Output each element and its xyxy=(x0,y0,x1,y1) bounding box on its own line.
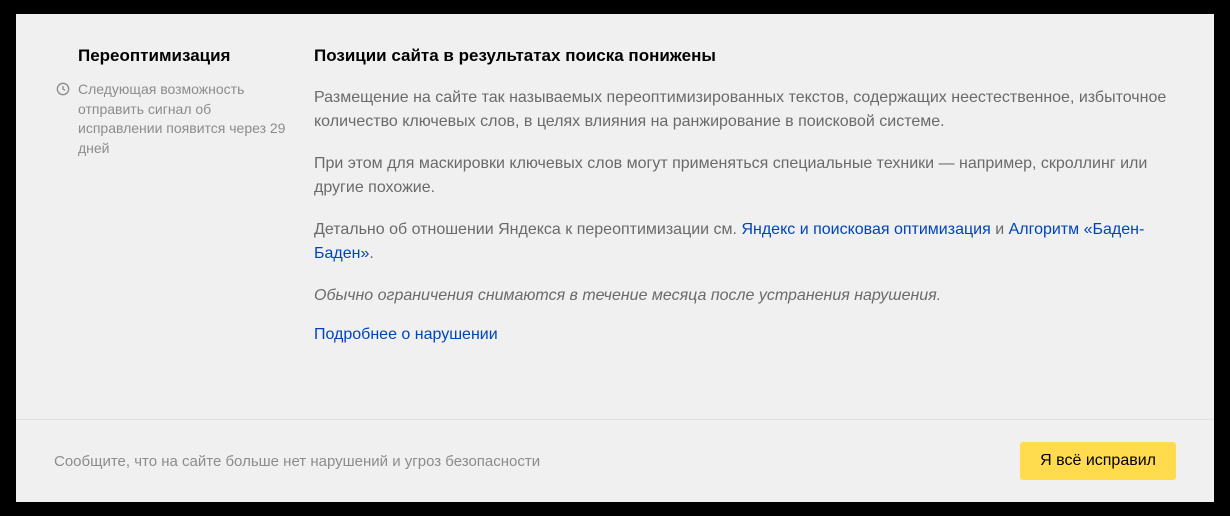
i-fixed-it-button[interactable]: Я всё исправил xyxy=(1020,442,1176,480)
paragraph-3-after: . xyxy=(369,245,373,262)
violation-card: Переоптимизация Следующая возможность от… xyxy=(16,14,1214,502)
sidebar-note-text: Следующая возможность отправить сигнал о… xyxy=(78,80,294,158)
sidebar: Переоптимизация Следующая возможность от… xyxy=(56,46,294,399)
link-yandex-seo[interactable]: Яндекс и поисковая оптимизация xyxy=(741,221,990,238)
paragraph-4: Обычно ограничения снимаются в течение м… xyxy=(314,284,1174,308)
footer-text: Сообщите, что на сайте больше нет наруше… xyxy=(54,453,540,470)
paragraph-3: Детально об отношении Яндекса к переопти… xyxy=(314,218,1174,266)
main-content: Позиции сайта в результатах поиска пониж… xyxy=(314,46,1174,399)
main-title: Позиции сайта в результатах поиска пониж… xyxy=(314,46,1174,66)
paragraph-3-middle: и xyxy=(991,221,1009,238)
clock-icon xyxy=(56,82,70,96)
paragraph-1: Размещение на сайте так называемых перео… xyxy=(314,86,1174,134)
paragraph-3-before: Детально об отношении Яндекса к переопти… xyxy=(314,221,741,238)
more-about-violation-link[interactable]: Подробнее о нарушении xyxy=(314,326,498,343)
paragraph-2: При этом для маскировки ключевых слов мо… xyxy=(314,152,1174,200)
sidebar-title: Переоптимизация xyxy=(78,46,294,66)
content-area: Переоптимизация Следующая возможность от… xyxy=(16,14,1214,419)
footer: Сообщите, что на сайте больше нет наруше… xyxy=(16,419,1214,502)
sidebar-note: Следующая возможность отправить сигнал о… xyxy=(56,80,294,158)
